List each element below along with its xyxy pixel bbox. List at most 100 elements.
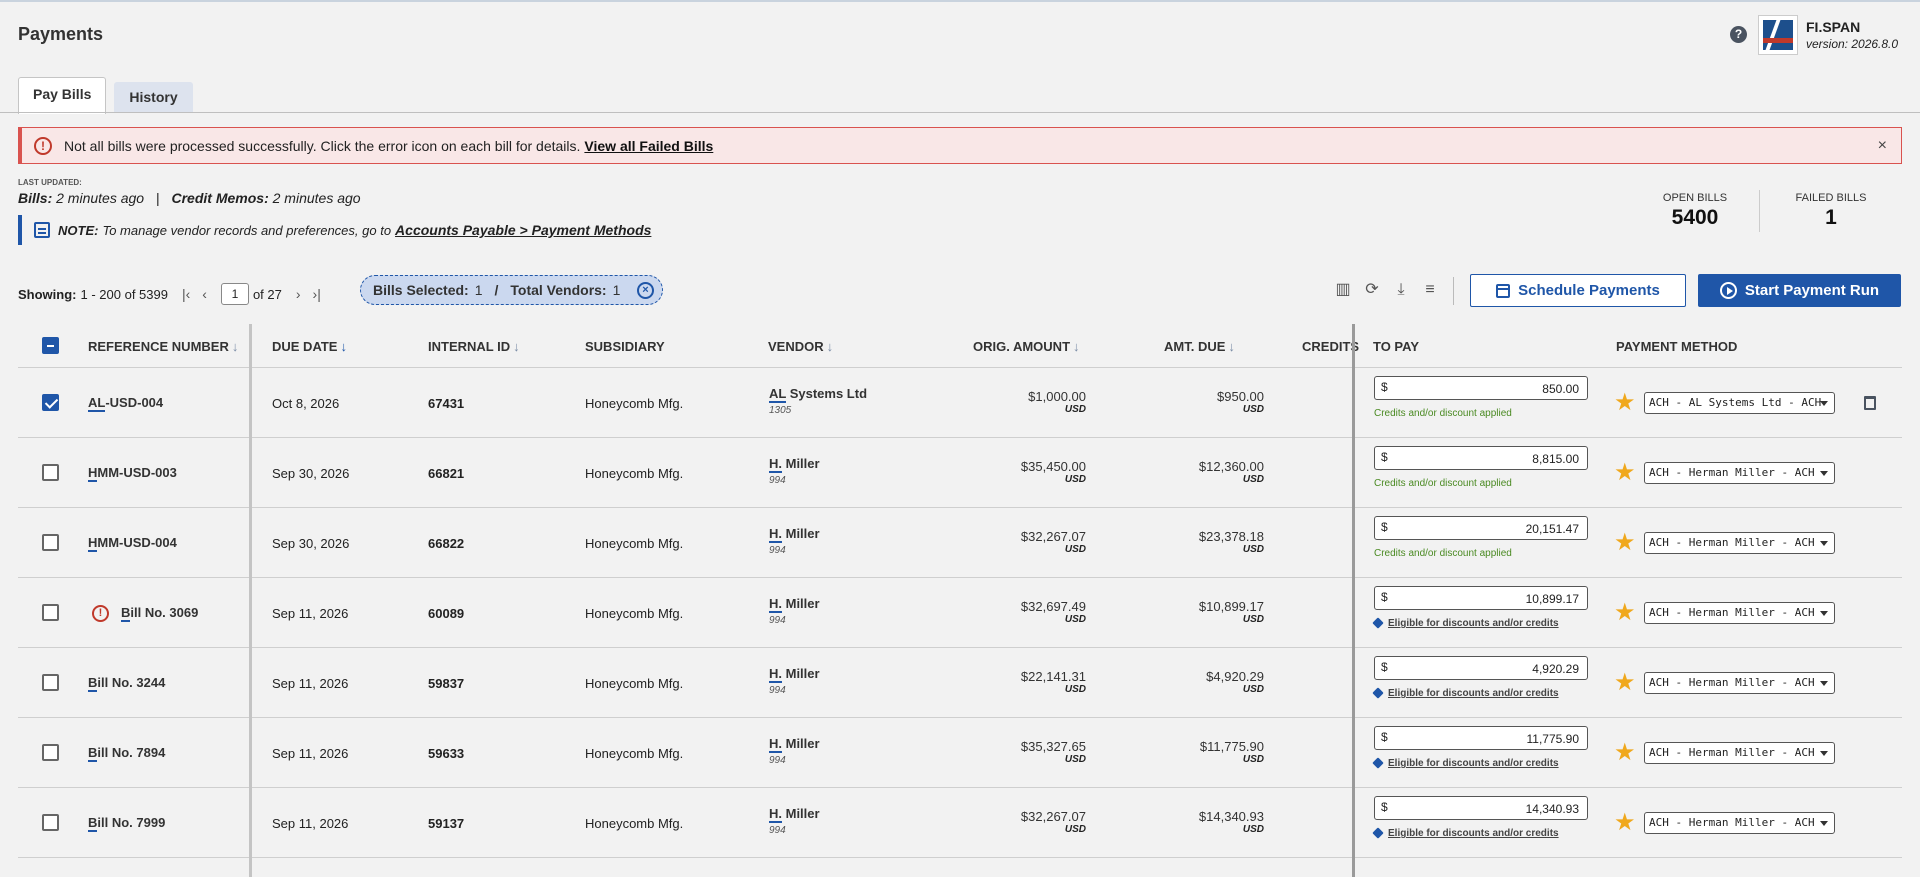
table-row[interactable]: Bill No. 3244 Sep 11, 2026 59837 Honeycomb … <box>18 648 1902 718</box>
subsidiary: Honeycomb Mfg. <box>585 536 684 551</box>
next-page-icon[interactable]: › <box>296 286 301 302</box>
vendor[interactable]: H. Miller 994 <box>769 736 820 766</box>
discount-eligible-link[interactable]: Eligible for discounts and/or credits <box>1372 827 1559 840</box>
failed-bills-stat: FAILED BILLS 1 <box>1786 192 1876 230</box>
table-row[interactable]: HMM-USD-003 Sep 30, 2026 66821 Honeycomb Mf… <box>18 438 1902 508</box>
to-pay-input[interactable]: $ 11,775.90 <box>1374 726 1588 750</box>
row-checkbox[interactable] <box>42 534 59 551</box>
tab-pay-bills[interactable]: Pay Bills <box>18 77 107 114</box>
vendor[interactable]: H. Miller 994 <box>769 806 820 836</box>
vendor[interactable]: H. Miller 994 <box>769 596 820 626</box>
clear-selection-icon[interactable]: × <box>637 282 654 299</box>
row-checkbox[interactable] <box>42 674 59 691</box>
tab-history[interactable]: History <box>114 82 193 112</box>
vendor[interactable]: H. Miller 994 <box>769 456 820 486</box>
table-row[interactable]: Bill No. 7999 Sep 11, 2026 59137 Honeycomb … <box>18 788 1902 858</box>
to-pay-input[interactable]: $ 10,899.17 <box>1374 586 1588 610</box>
reference-number[interactable]: Bill No. 3244 <box>88 675 165 692</box>
star-icon[interactable]: ★ <box>1614 598 1636 627</box>
reference-number[interactable]: Bill No. 7894 <box>88 745 165 762</box>
filter-icon[interactable]: ≡ <box>1421 281 1439 299</box>
schedule-payments-button[interactable]: Schedule Payments <box>1470 274 1686 307</box>
reference-number[interactable]: HMM-USD-004 <box>88 535 177 552</box>
trash-icon[interactable] <box>1864 396 1876 410</box>
star-icon[interactable]: ★ <box>1614 388 1636 417</box>
reference-number[interactable]: AL-USD-004 <box>88 395 163 412</box>
star-icon[interactable]: ★ <box>1614 738 1636 767</box>
vendor[interactable]: H. Miller 994 <box>769 526 820 556</box>
amt-due: $4,920.29 USD <box>1128 669 1264 695</box>
col-internal-id[interactable]: INTERNAL ID ↓ <box>428 339 520 354</box>
payment-method-select[interactable]: ACH - Herman Miller - ACH <box>1644 672 1835 694</box>
error-icon[interactable]: ! <box>92 605 109 623</box>
orig-amount: $35,450.00 USD <box>958 459 1086 485</box>
col-due-date[interactable]: DUE DATE ↓ <box>272 339 347 354</box>
last-updated-label: LAST UPDATED: <box>18 178 82 187</box>
star-icon[interactable]: ★ <box>1614 458 1636 487</box>
table-row[interactable]: HMM-USD-004 Sep 30, 2026 66822 Honeycomb Mf… <box>18 508 1902 578</box>
star-icon[interactable]: ★ <box>1614 668 1636 697</box>
internal-id: 59837 <box>428 676 465 691</box>
calendar-icon <box>1496 283 1511 298</box>
payment-method-select[interactable]: ACH - Herman Miller - ACH <box>1644 532 1835 554</box>
to-pay-input[interactable]: $ 8,815.00 <box>1374 446 1588 470</box>
currency-symbol: $ <box>1381 590 1388 604</box>
table-row[interactable]: Bill No. 7894 Sep 11, 2026 59633 Honeycomb … <box>18 718 1902 788</box>
orig-currency: USD <box>1064 544 1086 555</box>
columns-icon[interactable]: ▥ <box>1334 281 1352 299</box>
to-pay-input[interactable]: $ 4,920.29 <box>1374 656 1588 680</box>
col-subsidiary[interactable]: SUBSIDIARY <box>585 339 665 354</box>
vendor-id: 994 <box>769 755 786 766</box>
row-checkbox[interactable] <box>42 464 59 481</box>
last-page-icon[interactable]: ›| <box>313 286 321 302</box>
table-row[interactable]: AL-USD-004 Oct 8, 2026 67431 Honeycomb Mfg.… <box>18 368 1902 438</box>
vendor[interactable]: H. Miller 994 <box>769 666 820 696</box>
row-checkbox[interactable] <box>42 814 59 831</box>
to-pay-input[interactable]: $ 14,340.93 <box>1374 796 1588 820</box>
row-checkbox[interactable] <box>42 604 59 621</box>
start-payment-run-button[interactable]: Start Payment Run <box>1698 274 1901 307</box>
page-number-input[interactable]: 1 <box>220 283 249 305</box>
to-pay-input[interactable]: $ 850.00 <box>1374 376 1588 400</box>
reference-number[interactable]: ! Bill No. 3069 <box>92 605 198 623</box>
download-icon[interactable]: ⤓ <box>1392 281 1410 299</box>
amt-due-value: $11,775.90 <box>1199 739 1264 754</box>
reference-number[interactable]: HMM-USD-003 <box>88 465 177 482</box>
payment-method-select[interactable]: ACH - Herman Miller - ACH <box>1644 602 1835 624</box>
reference-number[interactable]: Bill No. 7999 <box>88 815 165 832</box>
col-to-pay[interactable]: TO PAY <box>1373 339 1419 354</box>
payment-method-select[interactable]: ACH - Herman Miller - ACH <box>1644 742 1835 764</box>
help-icon[interactable]: ? <box>1730 26 1747 43</box>
error-alert: ! Not all bills were processed successfu… <box>18 127 1902 164</box>
select-all-checkbox[interactable] <box>42 337 59 354</box>
star-icon[interactable]: ★ <box>1614 528 1636 557</box>
discount-eligible-link[interactable]: Eligible for discounts and/or credits <box>1372 757 1559 770</box>
col-amt-due[interactable]: AMT. DUE ↓ <box>1164 339 1235 354</box>
col-reference-number[interactable]: REFERENCE NUMBER ↓ <box>88 339 238 354</box>
star-icon[interactable]: ★ <box>1614 808 1636 837</box>
payment-methods-link[interactable]: Accounts Payable > Payment Methods <box>395 222 651 238</box>
payment-method-select[interactable]: ACH - Herman Miller - ACH <box>1644 812 1835 834</box>
prev-page-icon[interactable]: ‹ <box>202 286 207 302</box>
payment-method-select[interactable]: ACH - Herman Miller - ACH <box>1644 462 1835 484</box>
col-orig-amount[interactable]: ORIG. AMOUNT ↓ <box>973 339 1080 354</box>
payment-method-select[interactable]: ACH - AL Systems Ltd - ACH <box>1644 392 1835 414</box>
view-failed-bills-link[interactable]: View all Failed Bills <box>584 138 713 154</box>
refresh-icon[interactable]: ⟳ <box>1363 281 1381 299</box>
table-row[interactable]: ! Bill No. 3069 Sep 11, 2026 60089 Honeycomb… <box>18 578 1902 648</box>
row-checkbox[interactable] <box>42 744 59 761</box>
discount-eligible-link[interactable]: Eligible for discounts and/or credits <box>1372 617 1559 630</box>
col-vendor[interactable]: VENDOR ↓ <box>768 339 833 354</box>
close-icon[interactable]: × <box>1878 137 1887 155</box>
chevron-down-icon <box>1820 611 1828 616</box>
discount-eligible-link[interactable]: Eligible for discounts and/or credits <box>1372 687 1559 700</box>
col-payment-method[interactable]: PAYMENT METHOD <box>1616 339 1737 354</box>
row-checkbox[interactable] <box>42 394 59 411</box>
note-label: NOTE: <box>58 222 99 238</box>
reference-prefix: B <box>88 745 98 762</box>
amt-due: $950.00 USD <box>1128 389 1264 415</box>
to-pay-input[interactable]: $ 20,151.47 <box>1374 516 1588 540</box>
first-page-icon[interactable]: |‹ <box>182 286 190 302</box>
col-credits[interactable]: CREDITS <box>1302 339 1359 354</box>
vendor[interactable]: AL Systems Ltd 1305 <box>769 386 867 416</box>
